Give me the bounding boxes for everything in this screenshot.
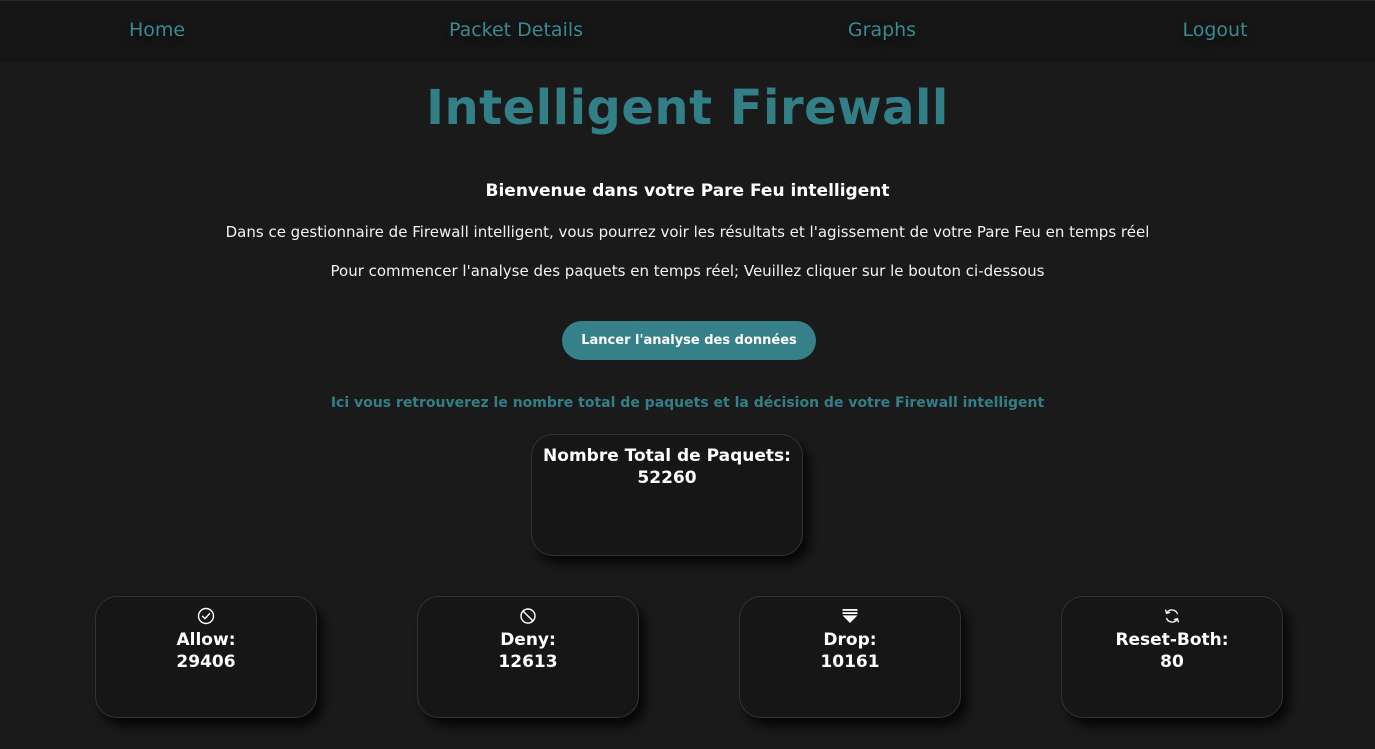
top-navigation: Home Packet Details Graphs Logout — [0, 0, 1375, 62]
total-packets-card: Nombre Total de Paquets: 52260 — [531, 434, 803, 556]
total-packets-label: Nombre Total de Paquets: — [543, 446, 791, 466]
total-packets-value: 52260 — [637, 468, 697, 488]
nav-packet-details-link[interactable]: Packet Details — [449, 19, 583, 41]
reset-both-value: 80 — [1160, 652, 1184, 672]
check-circle-icon — [197, 607, 215, 625]
description-line-1: Dans ce gestionnaire de Firewall intelli… — [225, 223, 1150, 241]
description-line-2: Pour commencer l'analyse des paquets en … — [330, 262, 1045, 280]
drop-card: Drop: 10161 — [739, 596, 961, 718]
deny-label: Deny: — [500, 630, 556, 650]
info-text: Ici vous retrouverez le nombre total de … — [330, 395, 1045, 411]
drop-down-icon — [842, 609, 858, 623]
refresh-icon — [1164, 609, 1180, 623]
drop-value: 10161 — [820, 652, 880, 672]
launch-analysis-button[interactable]: Lancer l'analyse des données — [562, 321, 816, 360]
ban-icon — [520, 608, 536, 624]
reset-both-card: Reset-Both: 80 — [1061, 596, 1283, 718]
welcome-heading: Bienvenue dans votre Pare Feu intelligen… — [485, 181, 890, 201]
reset-both-label: Reset-Both: — [1115, 630, 1229, 650]
deny-card: Deny: 12613 — [417, 596, 639, 718]
allow-card: Allow: 29406 — [95, 596, 317, 718]
nav-logout-link[interactable]: Logout — [1182, 19, 1247, 41]
deny-value: 12613 — [498, 652, 558, 672]
drop-label: Drop: — [823, 630, 877, 650]
allow-value: 29406 — [176, 652, 236, 672]
allow-label: Allow: — [176, 630, 236, 650]
page-title: Intelligent Firewall — [426, 80, 949, 136]
nav-home-link[interactable]: Home — [129, 19, 185, 41]
nav-graphs-link[interactable]: Graphs — [848, 19, 916, 41]
